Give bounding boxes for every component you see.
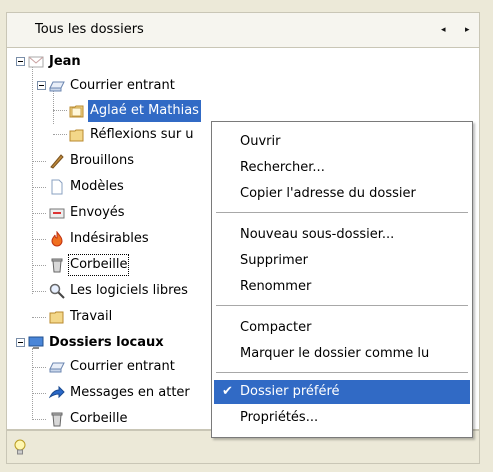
tree-item-templates[interactable]: Modèles: [7, 176, 207, 198]
tree-item-free-software[interactable]: Les logiciels libres: [7, 280, 227, 302]
trash-bin-icon: [51, 412, 63, 427]
menu-separator: [216, 305, 468, 306]
computer-icon: [28, 336, 44, 349]
folder-view-title[interactable]: Tous les dossiers: [35, 22, 144, 37]
tree-item-junk[interactable]: Indésirables: [7, 228, 207, 250]
document-icon: [51, 179, 63, 195]
tree-item-local-folders[interactable]: Dossiers locaux: [7, 332, 227, 354]
tree-item-local-inbox[interactable]: Courrier entrant: [7, 356, 227, 378]
tree-item-label: Courrier entrant: [70, 359, 175, 374]
menu-item-label: Compacter: [240, 320, 312, 335]
flame-icon: [51, 231, 63, 247]
menu-item-label: Marquer le dossier comme lu: [240, 346, 430, 361]
tree-item-label: Courrier entrant: [70, 78, 175, 93]
tree-item-label: Envoyés: [70, 205, 125, 220]
collapse-toggle-icon[interactable]: [37, 81, 46, 90]
tree-item-outbox[interactable]: Messages en atter: [7, 382, 212, 404]
collapse-toggle-icon[interactable]: [16, 57, 25, 66]
tree-item-inbox[interactable]: Courrier entrant: [7, 75, 227, 97]
menu-separator: [216, 212, 468, 213]
tree-item-drafts[interactable]: Brouillons: [7, 150, 207, 172]
folder-pane: Tous les dossiers ◂ ▸ Jean Courrier entr…: [0, 0, 493, 472]
next-view-arrow-icon[interactable]: ▸: [465, 25, 470, 35]
tree-item-reflexions[interactable]: Réflexions sur u: [7, 124, 217, 146]
tree-item-label: Les logiciels libres: [70, 283, 188, 298]
sent-tray-icon: [49, 208, 65, 219]
folder-context-menu: Ouvrir Rechercher... Copier l'adresse du…: [211, 121, 473, 438]
menu-item-label: Propriétés...: [240, 410, 319, 425]
tree-item-jean[interactable]: Jean: [7, 51, 207, 73]
menu-item-rename[interactable]: Renommer: [214, 275, 470, 299]
inbox-tray-icon: [49, 362, 65, 373]
folder-icon: [69, 129, 84, 142]
tree-item-label: Travail: [70, 309, 113, 324]
magnifier-icon: [49, 283, 65, 299]
menu-item-label: Ouvrir: [240, 134, 281, 149]
tree-item-label: Jean: [49, 54, 81, 69]
tree-item-label: Corbeille: [70, 411, 128, 426]
tree-item-label: Corbeille: [68, 254, 130, 276]
tree-item-label: Indésirables: [70, 231, 149, 246]
tree-item-label: Messages en atter: [70, 385, 190, 400]
tree-item-aglae-et-mathias[interactable]: Aglaé et Mathias: [7, 100, 237, 122]
tree-item-sent[interactable]: Envoyés: [7, 202, 207, 224]
collapse-toggle-icon[interactable]: [16, 338, 25, 347]
menu-item-favorite-folder[interactable]: ✔ Dossier préféré: [214, 380, 470, 404]
menu-item-label: Rechercher...: [240, 160, 325, 175]
arrow-icon: [49, 385, 65, 399]
menu-item-properties[interactable]: Propriétés...: [214, 406, 470, 430]
menu-item-label: Renommer: [240, 279, 312, 294]
tree-item-local-trash[interactable]: Corbeille: [7, 408, 207, 429]
folder-pane-header: Tous les dossiers ◂ ▸: [6, 12, 480, 48]
pen-icon: [50, 154, 64, 169]
menu-item-copy-folder-url[interactable]: Copier l'adresse du dossier: [214, 182, 470, 206]
tree-item-label: Réflexions sur u: [90, 127, 194, 142]
menu-separator: [216, 372, 468, 373]
menu-item-label: Dossier préféré: [240, 384, 340, 399]
menu-item-open[interactable]: Ouvrir: [214, 130, 470, 154]
mail-account-icon: [28, 56, 44, 68]
menu-item-mark-folder-read[interactable]: Marquer le dossier comme lu: [214, 342, 470, 366]
menu-item-label: Supprimer: [240, 253, 308, 268]
menu-item-label: Copier l'adresse du dossier: [240, 186, 416, 201]
previous-view-arrow-icon[interactable]: ◂: [441, 25, 446, 35]
checkmark-icon: ✔: [222, 384, 233, 399]
tree-item-label: Dossiers locaux: [49, 335, 164, 350]
menu-item-compact[interactable]: Compacter: [214, 316, 470, 340]
menu-item-search[interactable]: Rechercher...: [214, 156, 470, 180]
tree-item-work[interactable]: Travail: [7, 306, 207, 328]
folder-icon: [49, 311, 64, 324]
menu-item-label: Nouveau sous-dossier...: [240, 227, 395, 242]
menu-item-new-subfolder[interactable]: Nouveau sous-dossier...: [214, 223, 470, 247]
lightbulb-icon: [14, 439, 26, 455]
tree-item-label: Brouillons: [70, 153, 134, 168]
inbox-tray-icon: [49, 81, 65, 92]
folder-icon: [69, 105, 84, 118]
trash-bin-icon: [51, 258, 63, 273]
tree-item-label: Modèles: [70, 179, 124, 194]
tree-item-trash[interactable]: Corbeille: [7, 254, 207, 276]
tree-item-label: Aglaé et Mathias: [88, 100, 201, 122]
menu-item-delete[interactable]: Supprimer: [214, 249, 470, 273]
